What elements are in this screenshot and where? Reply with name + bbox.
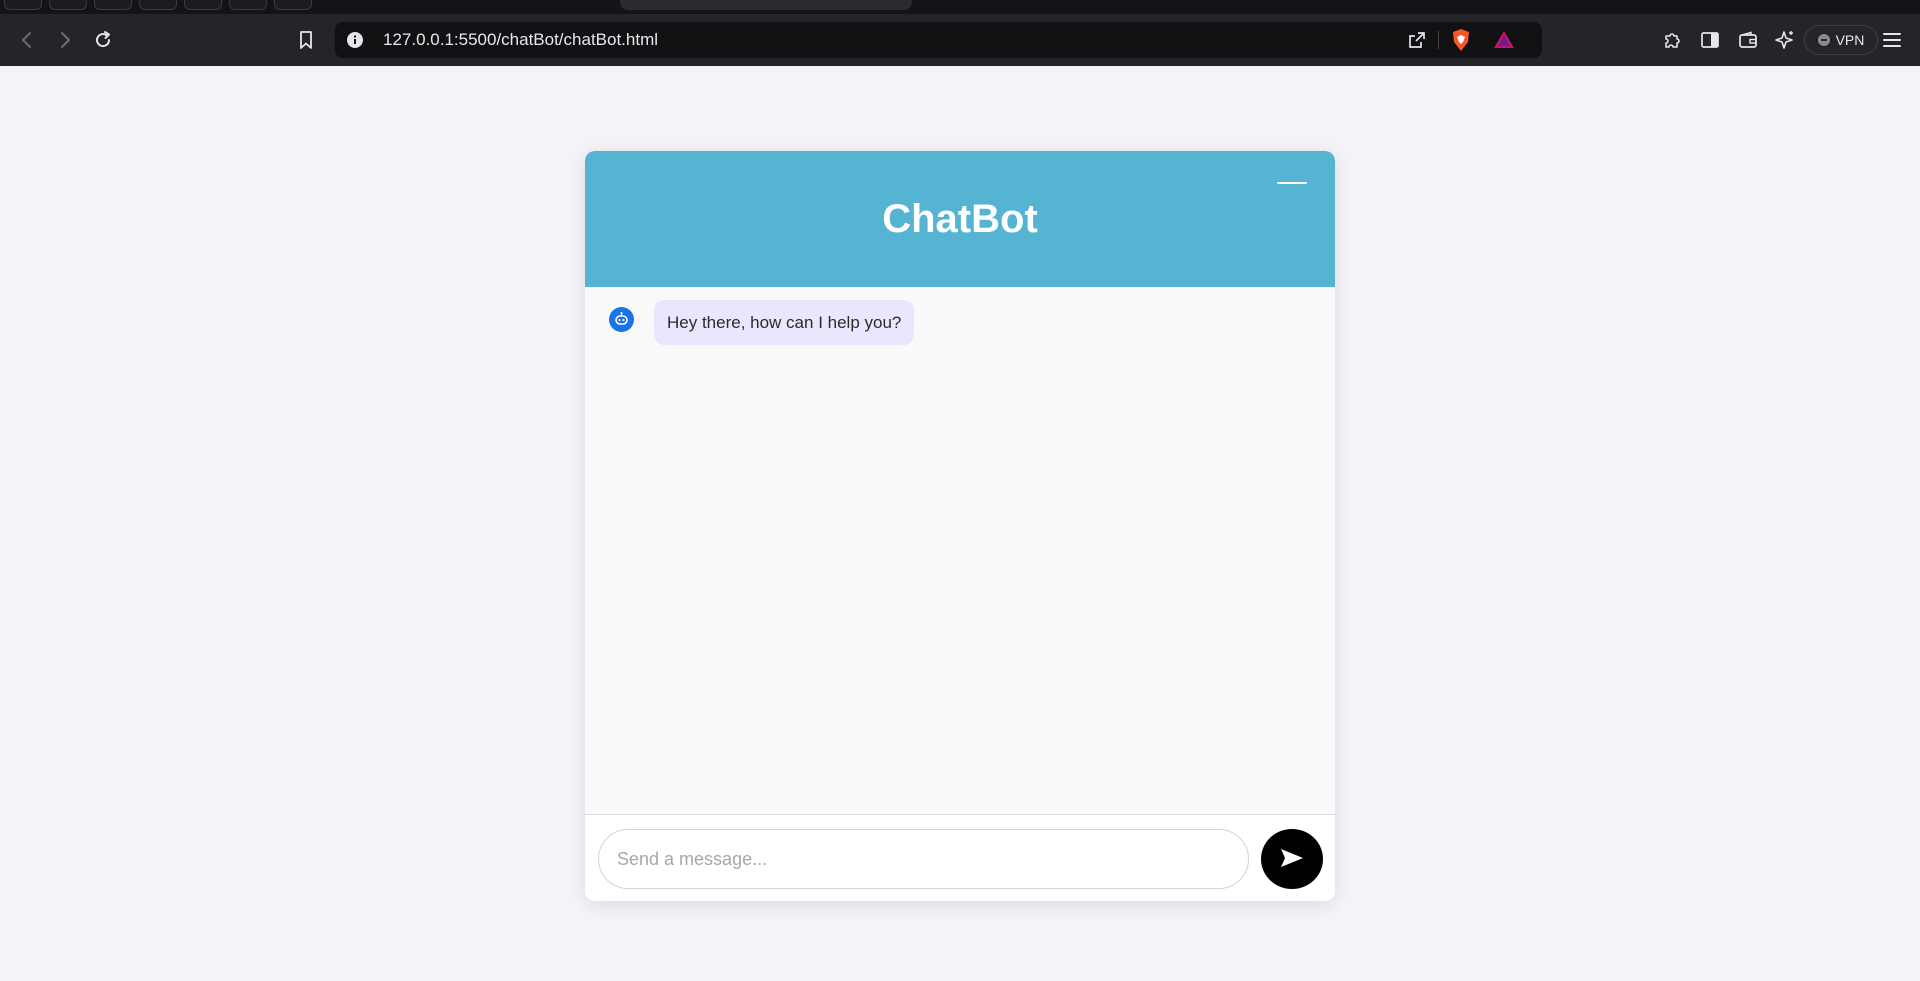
bot-icon (609, 307, 634, 332)
url-divider (1438, 31, 1439, 49)
send-icon (1279, 847, 1305, 872)
vpn-status-icon (1817, 34, 1830, 46)
forward-icon[interactable] (50, 25, 80, 55)
bot-message: Hey there, how can I help you? (654, 300, 915, 345)
pinned-tab[interactable] (49, 0, 87, 10)
site-info-icon[interactable] (340, 25, 370, 55)
chatbot-window: ChatBot Hey there, how can I help you? (585, 151, 1335, 901)
pinned-tab[interactable] (139, 0, 177, 10)
leo-ai-icon[interactable] (1770, 25, 1800, 55)
list-item: Hey there, how can I help you? (609, 300, 915, 345)
minimize-icon[interactable] (1275, 171, 1309, 195)
bookmark-icon[interactable] (291, 25, 321, 55)
reload-icon[interactable] (88, 25, 118, 55)
message-input[interactable] (598, 829, 1249, 889)
wallet-icon[interactable] (1733, 25, 1763, 55)
chat-title: ChatBot (882, 197, 1038, 241)
pinned-tab[interactable] (229, 0, 267, 10)
pinned-tab[interactable] (4, 0, 42, 10)
menu-icon[interactable] (1877, 25, 1907, 55)
vpn-button[interactable]: VPN (1804, 25, 1878, 55)
brave-rewards-icon[interactable] (1489, 25, 1519, 55)
pinned-tab[interactable] (184, 0, 222, 10)
sidebar-icon[interactable] (1695, 25, 1725, 55)
brave-shield-icon[interactable] (1446, 25, 1476, 55)
send-button[interactable] (1261, 829, 1323, 889)
extensions-icon[interactable] (1657, 25, 1687, 55)
share-icon[interactable] (1402, 25, 1432, 55)
back-icon[interactable] (12, 25, 42, 55)
chat-messages: Hey there, how can I help you? (585, 287, 1335, 814)
browser-toolbar: 127.0.0.1:5500/chatBot/chatBot.html VPN (0, 14, 1920, 66)
chat-header: ChatBot (585, 151, 1335, 287)
url-text[interactable]: 127.0.0.1:5500/chatBot/chatBot.html (383, 22, 658, 58)
active-tab[interactable] (620, 0, 912, 10)
pinned-tab[interactable] (274, 0, 312, 10)
tab-strip (0, 0, 1920, 14)
chat-input-area (585, 814, 1335, 901)
address-bar[interactable]: 127.0.0.1:5500/chatBot/chatBot.html (335, 22, 1542, 58)
vpn-label: VPN (1835, 32, 1865, 48)
pinned-tab[interactable] (94, 0, 132, 10)
